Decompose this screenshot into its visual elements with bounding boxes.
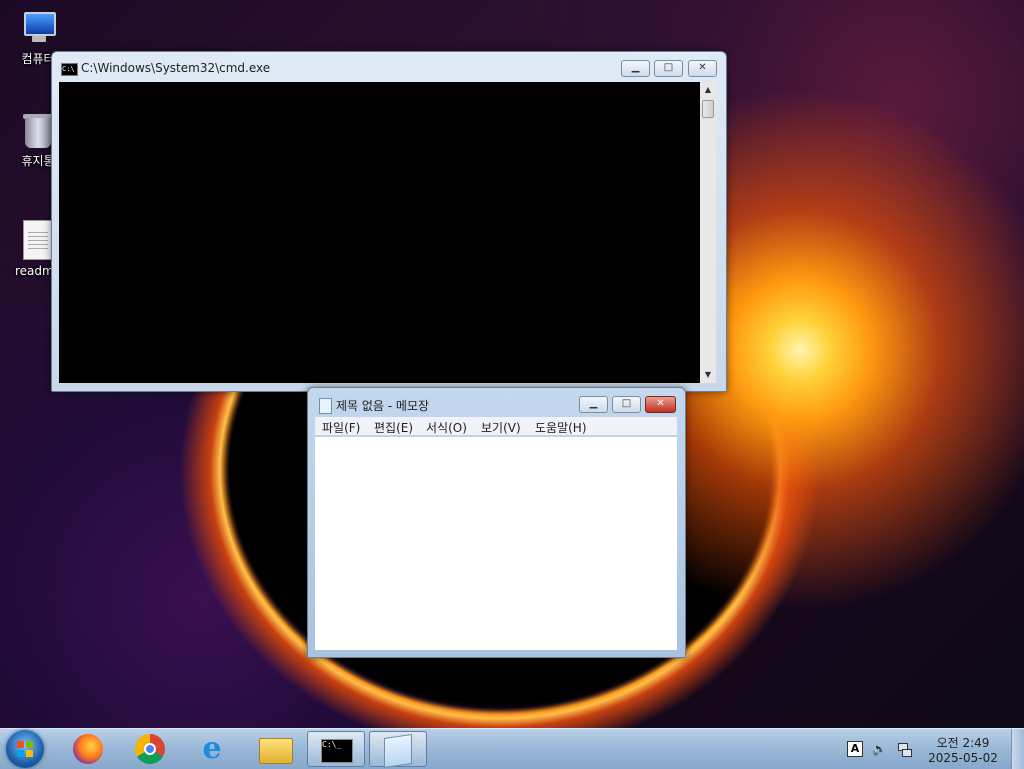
scroll-down-arrow-icon[interactable]: ▼ [700, 367, 716, 383]
minimize-button[interactable]: ▁ [621, 60, 650, 77]
clock-date[interactable]: 2025-05-02 [928, 751, 998, 765]
notepad-title: 제목 없음 - 메모장 [336, 399, 430, 413]
menu-help[interactable]: 도움말(H) [535, 419, 587, 436]
scroll-up-arrow-icon[interactable]: ▲ [700, 82, 716, 98]
menu-edit[interactable]: 편집(E) [374, 419, 413, 436]
notepad-icon [319, 398, 332, 414]
taskbar-cmd[interactable]: C:\_ [307, 731, 365, 767]
notepad-text-area[interactable] [315, 436, 677, 650]
taskbar-internet-explorer[interactable]: e [184, 731, 242, 767]
firefox-icon [73, 734, 103, 764]
clock-time[interactable]: 오전 2:49 [928, 734, 998, 751]
cmd-title: C:\Windows\System32\cmd.exe [81, 61, 271, 75]
maximize-button[interactable]: □ [654, 60, 683, 77]
menu-file[interactable]: 파일(F) [322, 419, 360, 436]
file-explorer-icon [259, 738, 293, 764]
chrome-icon [135, 734, 165, 764]
cmd-window[interactable]: C:\ C:\Windows\System32\cmd.exe ▁ □ ✕ ▲ … [51, 51, 727, 392]
internet-explorer-icon: e [202, 731, 222, 766]
taskbar-file-explorer[interactable] [246, 731, 304, 767]
network-icon[interactable] [896, 741, 912, 757]
ime-indicator-icon[interactable]: A [847, 741, 863, 757]
vertical-scrollbar[interactable]: ▲ ▼ [700, 82, 716, 383]
taskbar-chrome[interactable] [122, 731, 180, 767]
recycle-bin-icon [23, 112, 53, 148]
cmd-console-area[interactable] [59, 82, 700, 383]
notepad-window[interactable]: 제목 없음 - 메모장 ▁ □ ✕ 파일(F) 편집(E) 서식(O) 보기(V… [307, 387, 686, 658]
taskbar-firefox[interactable] [60, 731, 118, 767]
close-button[interactable]: ✕ [688, 60, 717, 77]
cmd-icon: C:\ [61, 63, 78, 76]
taskbar-notepad[interactable] [369, 731, 427, 768]
volume-icon[interactable]: 🔈 [872, 741, 888, 757]
minimize-button[interactable]: ▁ [579, 396, 608, 413]
show-desktop-button[interactable] [1011, 729, 1024, 769]
menu-view[interactable]: 보기(V) [481, 419, 521, 436]
windows-start-icon[interactable] [6, 730, 44, 768]
notepad-icon [384, 734, 412, 768]
cmd-titlebar[interactable]: C:\ C:\Windows\System32\cmd.exe ▁ □ ✕ [52, 52, 726, 80]
notepad-titlebar[interactable]: 제목 없음 - 메모장 ▁ □ ✕ [308, 388, 685, 416]
maximize-button[interactable]: □ [612, 396, 641, 413]
menu-format[interactable]: 서식(O) [426, 419, 467, 436]
text-file-icon [23, 220, 53, 260]
computer-icon [20, 10, 56, 46]
close-button[interactable]: ✕ [645, 396, 676, 413]
notepad-menubar: 파일(F) 편집(E) 서식(O) 보기(V) 도움말(H) [315, 417, 677, 435]
taskbar: e C:\_ A 🔈 오전 2:49 2025-05-02 [0, 728, 1024, 769]
cmd-icon: C:\_ [321, 739, 353, 763]
scrollbar-thumb[interactable] [702, 100, 714, 118]
